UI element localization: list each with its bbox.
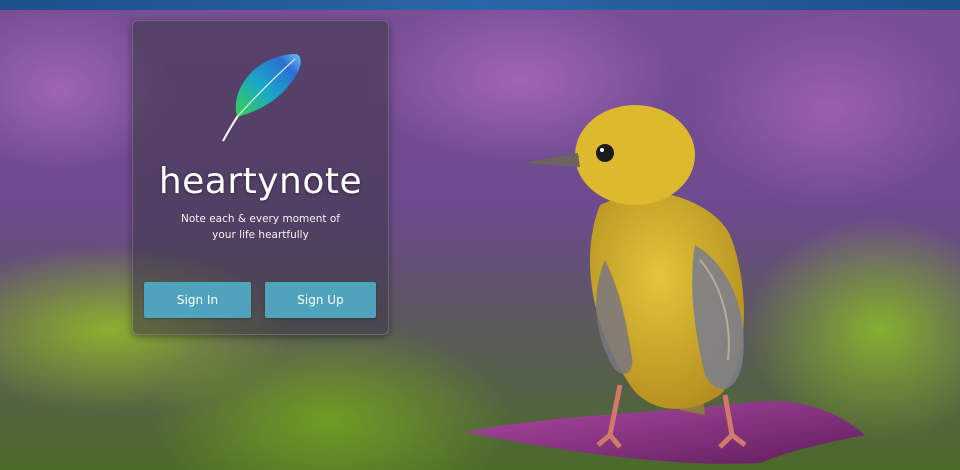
brand-name: heartynote xyxy=(158,161,363,202)
leaf-shape xyxy=(465,401,865,464)
feather-icon xyxy=(222,53,301,142)
tagline: Note each & every moment of your life he… xyxy=(133,211,388,243)
tagline-line-2: your life heartfully xyxy=(212,229,309,241)
bird-eye xyxy=(596,144,614,162)
login-card: heartynote Note each & every moment of y… xyxy=(132,20,389,335)
background-photo: heartynote Note each & every moment of y… xyxy=(0,0,960,470)
tagline-line-1: Note each & every moment of xyxy=(181,213,340,225)
bird-head xyxy=(575,105,695,205)
top-accent-bar xyxy=(0,0,960,10)
sign-in-button[interactable]: Sign In xyxy=(144,282,251,318)
sign-up-button[interactable]: Sign Up xyxy=(265,282,376,318)
bird-illustration xyxy=(465,105,865,464)
bird-beak xyxy=(522,153,580,167)
